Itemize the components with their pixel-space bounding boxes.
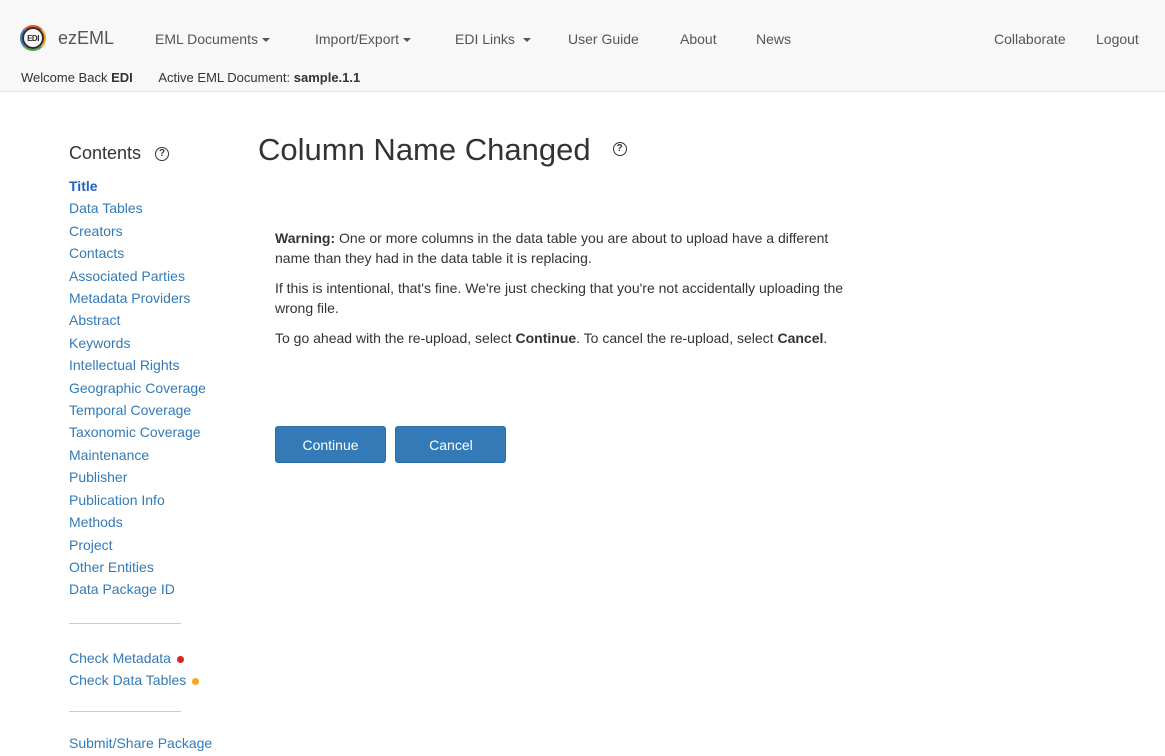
toc-item-geographic-coverage[interactable]: Geographic Coverage (69, 377, 239, 399)
warning-paragraph: Warning: One or more columns in the data… (275, 228, 855, 268)
navbar: EDI ezEML EML Documents Import/Export ED… (0, 0, 1165, 92)
toc-item-taxonomic-coverage[interactable]: Taxonomic Coverage (69, 421, 239, 443)
toc-list: Title Data Tables Creators Contacts Asso… (69, 175, 239, 601)
menu-edi-links-label: EDI Links (455, 31, 515, 47)
toc-item-abstract[interactable]: Abstract (69, 309, 239, 331)
question-circle-icon[interactable]: ? (155, 147, 170, 162)
menu-news[interactable]: News (756, 31, 791, 47)
contents-title-text: Contents (69, 143, 142, 163)
toc-item-metadata-providers[interactable]: Metadata Providers (69, 287, 239, 309)
instruction-prefix: To go ahead with the re-upload, select (275, 330, 516, 346)
menu-user-guide[interactable]: User Guide (568, 31, 639, 47)
caret-down-icon (522, 38, 531, 43)
page-title: Column Name Changed? (258, 132, 627, 168)
submit-share-package-link[interactable]: Submit/Share Package (69, 735, 212, 751)
instruction-continue: Continue (515, 330, 577, 346)
question-circle-icon[interactable]: ? (612, 141, 627, 156)
toc-item-temporal-coverage[interactable]: Temporal Coverage (69, 399, 239, 421)
sidebar-divider (69, 710, 181, 712)
toc-item-other-entities[interactable]: Other Entities (69, 556, 239, 578)
menu-about[interactable]: About (680, 31, 717, 47)
caret-down-icon (403, 38, 412, 43)
toc-item-keywords[interactable]: Keywords (69, 332, 239, 354)
toc-item-project[interactable]: Project (69, 534, 239, 556)
welcome-row: Welcome Back EDI Active EML Document: sa… (21, 70, 360, 85)
menu-import-export[interactable]: Import/Export (315, 31, 412, 47)
toc-item-associated-parties[interactable]: Associated Parties (69, 265, 239, 287)
menu-import-export-label: Import/Export (315, 31, 400, 47)
sidebar: Contents? Title Data Tables Creators Con… (69, 143, 239, 712)
check-data-tables-label: Check Data Tables (69, 671, 187, 688)
instruction-suffix: . (823, 330, 828, 346)
instruction-cancel: Cancel (777, 330, 824, 346)
warning-message: Warning: One or more columns in the data… (275, 228, 855, 358)
edi-logo-icon[interactable]: EDI (22, 27, 44, 49)
menu-logout[interactable]: Logout (1096, 31, 1139, 47)
toc-item-publisher[interactable]: Publisher (69, 466, 239, 488)
active-doc-label: Active EML Document: (158, 70, 291, 85)
welcome-prefix: Welcome Back (21, 70, 108, 85)
button-group: Continue Cancel (275, 426, 511, 463)
toc-item-data-tables[interactable]: Data Tables (69, 197, 239, 219)
check-list: Check Metadata Check Data Tables (69, 647, 239, 691)
toc-item-data-package-id[interactable]: Data Package ID (69, 578, 239, 600)
menu-eml-documents-label: EML Documents (155, 31, 258, 47)
menu-eml-documents[interactable]: EML Documents (155, 31, 270, 47)
welcome-user: EDI (111, 70, 133, 85)
warning-text: One or more columns in the data table yo… (275, 230, 829, 266)
menu-edi-links[interactable]: EDI Links (455, 31, 531, 47)
contents-title: Contents? (69, 143, 239, 175)
check-metadata-link[interactable]: Check Metadata (69, 647, 239, 669)
status-dot-icon (176, 655, 184, 663)
brand-link[interactable]: ezEML (58, 28, 114, 49)
menu-collaborate[interactable]: Collaborate (994, 31, 1066, 47)
intentional-paragraph: If this is intentional, that's fine. We'… (275, 280, 844, 316)
instruction-middle: . To cancel the re-upload, select (576, 330, 778, 346)
cancel-button[interactable]: Cancel (395, 426, 507, 463)
toc-item-intellectual-rights[interactable]: Intellectual Rights (69, 354, 239, 376)
check-data-tables-link[interactable]: Check Data Tables (69, 669, 239, 691)
toc-item-methods[interactable]: Methods (69, 511, 239, 533)
toc-item-contacts[interactable]: Contacts (69, 242, 239, 264)
nav-row: EDI ezEML EML Documents Import/Export ED… (0, 0, 1165, 68)
toc-item-maintenance[interactable]: Maintenance (69, 444, 239, 466)
sidebar-divider (69, 622, 181, 624)
toc-item-creators[interactable]: Creators (69, 220, 239, 242)
toc-item-title[interactable]: Title (69, 175, 239, 197)
continue-button[interactable]: Continue (275, 426, 386, 463)
active-doc-name: sample.1.1 (293, 70, 361, 85)
warning-label: Warning: (275, 230, 336, 246)
caret-down-icon (261, 38, 270, 43)
page-title-text: Column Name Changed (258, 132, 591, 167)
instruction-paragraph: To go ahead with the re-upload, select C… (275, 328, 855, 348)
check-metadata-label: Check Metadata (69, 649, 171, 666)
toc-item-publication-info[interactable]: Publication Info (69, 489, 239, 511)
status-dot-icon (192, 677, 200, 685)
